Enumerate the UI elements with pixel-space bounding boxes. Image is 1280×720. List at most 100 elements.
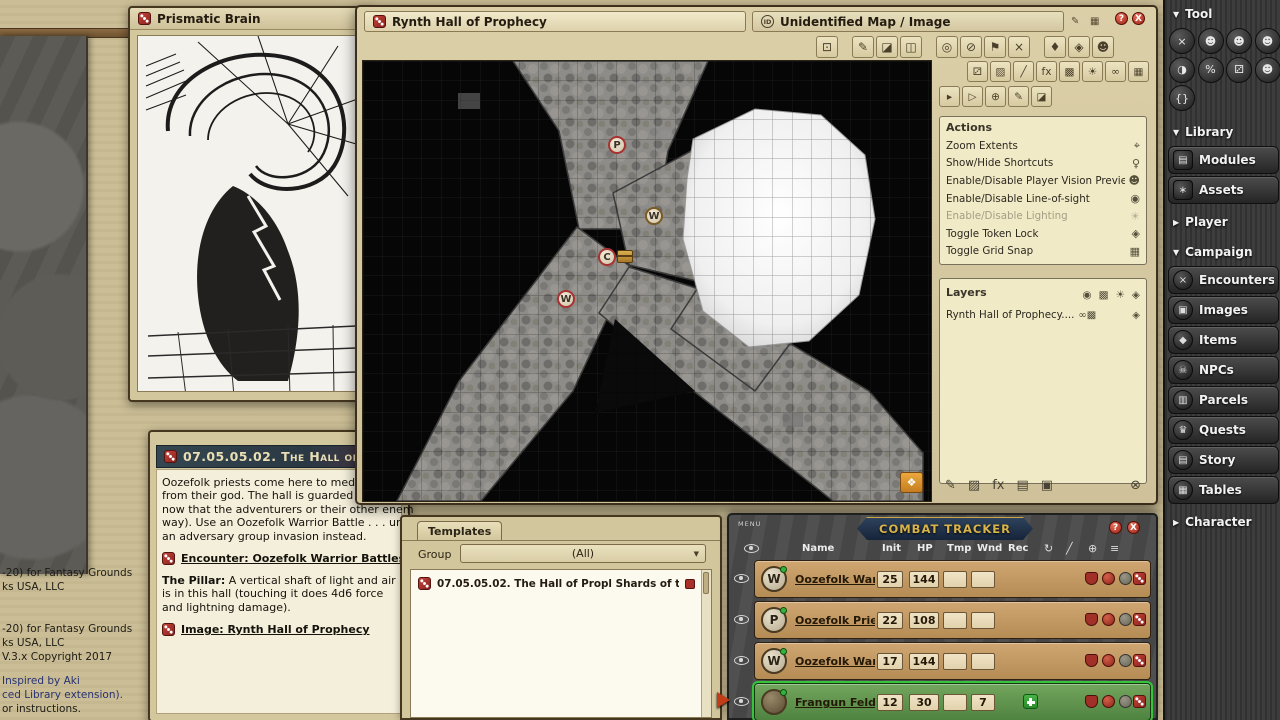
- tmp-value[interactable]: [943, 612, 967, 629]
- sidebar-item-quests[interactable]: ♛ Quests: [1168, 416, 1279, 444]
- combatant-entry[interactable]: Frangun Feldspar 12 30 7: [754, 683, 1151, 720]
- init-value[interactable]: 17: [877, 653, 903, 670]
- select-icon[interactable]: ◫: [900, 36, 922, 58]
- trash-icon[interactable]: ⊗: [1130, 478, 1141, 493]
- visibility-eye-icon[interactable]: [734, 574, 749, 583]
- tab-map-active[interactable]: Rynth Hall of Prophecy: [364, 11, 746, 32]
- map-token-warrior[interactable]: W: [557, 290, 575, 308]
- tracker-row[interactable]: W Oozefolk Warrior 1 17 144: [732, 641, 1153, 682]
- sidebar-section-tool[interactable]: ▼Tool: [1165, 2, 1280, 26]
- visibility-eye-icon[interactable]: [744, 544, 759, 553]
- init-value[interactable]: 12: [877, 694, 903, 711]
- pencil-icon[interactable]: ✎: [1008, 86, 1029, 107]
- modifier-tool-icon[interactable]: %: [1198, 57, 1224, 83]
- sidebar-section-player[interactable]: ▶Player: [1165, 210, 1280, 234]
- combatant-entry[interactable]: W Oozefolk Warrior 1 17 144: [754, 642, 1151, 680]
- party-tool-icon[interactable]: ☻: [1198, 28, 1224, 54]
- status-circle-icon[interactable]: [1119, 572, 1132, 585]
- mask-icon[interactable]: ◪: [876, 36, 898, 58]
- attack-roll-icon[interactable]: ╱: [1066, 542, 1073, 555]
- menu-icon[interactable]: ≡: [1110, 542, 1119, 555]
- player-view-icon[interactable]: ☻: [1092, 36, 1114, 58]
- shortcut-pin-icon[interactable]: ♦: [1044, 36, 1066, 58]
- die-icon[interactable]: [1133, 572, 1146, 585]
- window-list-icon[interactable]: ▦: [1090, 16, 1099, 27]
- tracker-row[interactable]: P Oozefolk Priest 22 108: [732, 600, 1153, 641]
- map-token-priest[interactable]: P: [608, 136, 626, 154]
- close-button[interactable]: X: [1132, 12, 1145, 25]
- status-circle-icon[interactable]: [1119, 613, 1132, 626]
- cycle-turn-icon[interactable]: ↻: [1044, 542, 1053, 555]
- grid-settings-button[interactable]: ❖: [900, 472, 923, 493]
- die-tool-icon[interactable]: ⚂: [967, 61, 988, 82]
- help-button[interactable]: ?: [1109, 521, 1122, 534]
- prismatic-brain-titlebar[interactable]: Prismatic Brain: [130, 8, 372, 30]
- template-list-item[interactable]: 07.05.05.02. The Hall of Propl Shards of…: [411, 570, 711, 590]
- grid-icon[interactable]: ▩: [1099, 289, 1109, 301]
- combatant-name[interactable]: Frangun Feldspar: [795, 696, 875, 709]
- dice-tool-icon[interactable]: ⚂: [1226, 57, 1252, 83]
- effects-icon[interactable]: fx: [1036, 61, 1057, 82]
- identity-tool-icon[interactable]: ☻: [1255, 57, 1280, 83]
- combatant-token[interactable]: P: [761, 607, 787, 633]
- init-value[interactable]: 25: [877, 571, 903, 588]
- tracker-row[interactable]: Frangun Feldspar 12 30 7: [732, 682, 1153, 720]
- attack-icon[interactable]: [1102, 695, 1115, 708]
- sun-icon[interactable]: ☀: [1116, 289, 1125, 301]
- combatant-entry[interactable]: P Oozefolk Priest 22 108: [754, 601, 1151, 639]
- lighting-icon[interactable]: ☀: [1082, 61, 1103, 82]
- link-icon[interactable]: ∞: [1078, 310, 1086, 321]
- wnd-value[interactable]: [971, 653, 995, 670]
- hp-value[interactable]: 108: [909, 612, 939, 629]
- s idebar-item-modules[interactable]: ▤ Modules: [1168, 146, 1279, 174]
- action-item[interactable]: Zoom Extents ⌖: [946, 137, 1140, 155]
- status-circle-icon[interactable]: [1119, 695, 1132, 708]
- templates-list[interactable]: 07.05.05.02. The Hall of Propl Shards of…: [410, 569, 712, 718]
- effects-tool-icon[interactable]: {}: [1169, 85, 1195, 111]
- vision-off-icon[interactable]: ⊘: [960, 36, 982, 58]
- sidebar-section-character[interactable]: ▶Character: [1165, 510, 1280, 534]
- combatant-name[interactable]: Oozefolk Warrior 2: [795, 573, 875, 586]
- clear-icon[interactable]: ×: [1008, 36, 1030, 58]
- attack-tool-icon[interactable]: ×: [1169, 28, 1195, 54]
- add-effect-icon[interactable]: fx: [992, 478, 1004, 493]
- tab-templates[interactable]: Templates: [417, 521, 502, 540]
- layers-icon[interactable]: ▨: [990, 61, 1011, 82]
- add-folder-icon[interactable]: ▤: [1016, 478, 1028, 493]
- tmp-value[interactable]: [943, 653, 967, 670]
- action-item[interactable]: Toggle Token Lock ◈: [946, 225, 1140, 243]
- sidebar-item-items[interactable]: ◆ Items: [1168, 326, 1279, 354]
- duplicate-icon[interactable]: ▣: [1041, 478, 1053, 493]
- sidebar-section-campaign[interactable]: ▼Campaign: [1165, 240, 1280, 264]
- attack-icon[interactable]: [1102, 654, 1115, 667]
- draw-tools-icon[interactable]: ✎: [852, 36, 874, 58]
- combatant-entry[interactable]: W Oozefolk Warrior 2 25 144: [754, 560, 1151, 598]
- combatant-token[interactable]: [761, 689, 787, 715]
- die-icon[interactable]: [1133, 613, 1146, 626]
- action-item[interactable]: Toggle Grid Snap ▦: [946, 243, 1140, 261]
- image-link[interactable]: Image: Rynth Hall of Prophecy: [181, 623, 370, 636]
- zoom-extents-icon[interactable]: ⊡: [816, 36, 838, 58]
- image-link-row[interactable]: Image: Rynth Hall of Prophecy: [162, 623, 396, 636]
- lock-icon[interactable]: ◈: [1132, 289, 1140, 301]
- die-icon[interactable]: [1133, 695, 1146, 708]
- map-canvas[interactable]: P W C W ❖: [362, 60, 932, 502]
- group-dropdown[interactable]: (All): [460, 544, 706, 563]
- action-item[interactable]: Show/Hide Shortcuts ♀: [946, 155, 1140, 173]
- add-drawing-icon[interactable]: ✎: [945, 478, 956, 493]
- palette-tool-icon[interactable]: ◑: [1169, 57, 1195, 83]
- action-item[interactable]: Enable/Disable Player Vision Preview ☻: [946, 172, 1140, 190]
- map-token-character[interactable]: C: [598, 248, 616, 266]
- sidebar-item-tables[interactable]: ▦ Tables: [1168, 476, 1279, 504]
- encounter-link[interactable]: Encounter: Oozefolk Warrior Battles: [181, 552, 405, 565]
- wnd-value[interactable]: [971, 612, 995, 629]
- add-icon[interactable]: ⊕: [985, 86, 1006, 107]
- layer-entry[interactable]: Rynth Hall of Prophecy.... ∞▩ ◈: [946, 309, 1140, 321]
- sidebar-section-library[interactable]: ▼Library: [1165, 120, 1280, 144]
- hp-value[interactable]: 30: [909, 694, 939, 711]
- pointer-flag-icon[interactable]: ⚑: [984, 36, 1006, 58]
- visibility-eye-icon[interactable]: [734, 656, 749, 665]
- target-icon[interactable]: ⊕: [1088, 542, 1097, 555]
- menu-label[interactable]: MENU: [738, 520, 761, 528]
- sidebar-item-encounters[interactable]: × Encounters: [1168, 266, 1279, 294]
